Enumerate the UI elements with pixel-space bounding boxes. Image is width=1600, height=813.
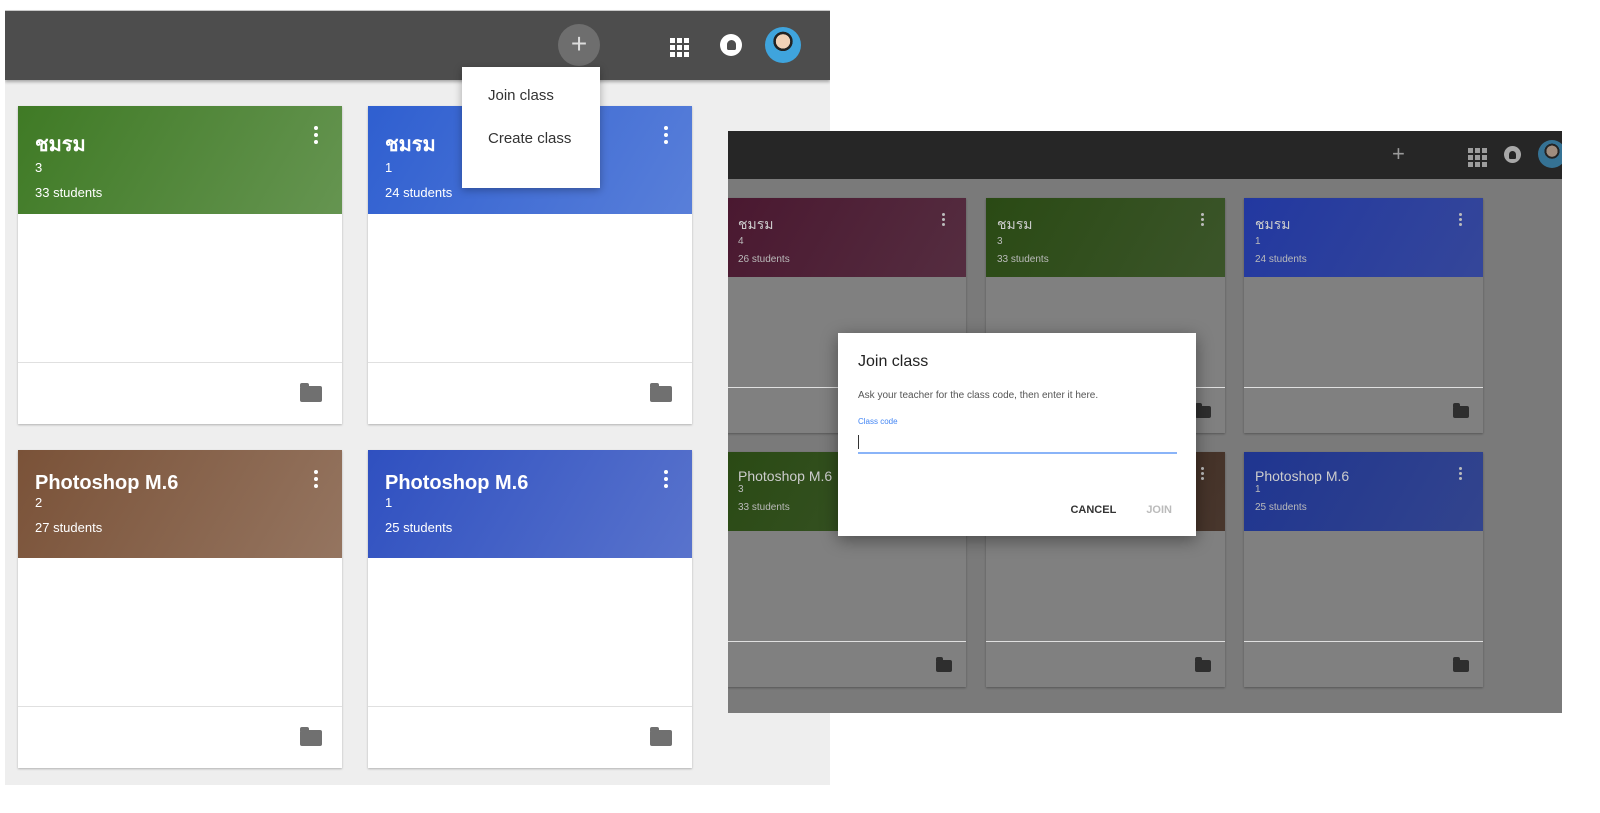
more-options-icon[interactable] <box>942 213 946 228</box>
dialog-title: Join class <box>858 353 929 370</box>
card-footer <box>1244 387 1483 388</box>
card-footer <box>1244 641 1483 642</box>
plus-icon[interactable]: + <box>558 24 600 66</box>
class-card-header[interactable]: Photoshop M.6 2 27 students <box>18 450 342 558</box>
class-card[interactable]: Photoshop M.6 1 25 students <box>368 450 692 768</box>
join-button[interactable]: JOIN <box>1146 504 1172 516</box>
bell-icon[interactable] <box>1504 146 1521 163</box>
class-section: 2 <box>35 495 43 510</box>
right-screenshot: + ชมรม 4 26 students ชมรม 3 33 students … <box>728 131 1562 713</box>
class-section: 4 <box>738 236 744 247</box>
folder-icon[interactable] <box>650 727 672 746</box>
folder-icon[interactable] <box>1195 657 1211 672</box>
menu-item-join-class[interactable]: Join class <box>462 87 600 130</box>
folder-icon[interactable] <box>936 657 952 672</box>
class-card-header[interactable]: ชมรม 3 33 students <box>986 198 1225 277</box>
student-count: 24 students <box>1255 254 1307 265</box>
class-section: 3 <box>997 236 1003 247</box>
class-card[interactable]: ชมรม 3 33 students <box>18 106 342 424</box>
class-card-header[interactable]: Photoshop M.6 1 25 students <box>1244 452 1483 531</box>
class-section: 3 <box>35 160 43 175</box>
card-footer <box>368 362 692 363</box>
student-count: 33 students <box>997 254 1049 265</box>
apps-grid-icon[interactable] <box>670 38 689 57</box>
class-title[interactable]: ชมรม <box>738 214 966 236</box>
student-count: 25 students <box>1255 502 1307 513</box>
class-card[interactable]: Photoshop M.6 2 27 students <box>18 450 342 768</box>
browser-strip <box>5 0 830 11</box>
apps-grid-icon[interactable] <box>1468 148 1487 167</box>
folder-icon[interactable] <box>1195 403 1211 418</box>
cancel-button[interactable]: CANCEL <box>1070 504 1116 516</box>
more-options-icon[interactable] <box>1201 213 1205 228</box>
student-count: 26 students <box>738 254 790 265</box>
student-count: 27 students <box>35 520 103 535</box>
class-card-header[interactable]: ชมรม 1 24 students <box>1244 198 1483 277</box>
class-title[interactable]: ชมรม <box>997 214 1225 236</box>
more-options-icon[interactable] <box>314 470 318 491</box>
text-cursor <box>858 435 859 449</box>
folder-icon[interactable] <box>300 383 322 402</box>
top-app-bar: + <box>5 11 830 80</box>
card-footer <box>368 706 692 707</box>
card-footer <box>18 706 342 707</box>
class-card-header[interactable]: ชมรม 3 33 students <box>18 106 342 214</box>
more-options-icon[interactable] <box>1459 467 1463 482</box>
dialog-description: Ask your teacher for the class code, the… <box>858 390 1099 401</box>
more-options-icon[interactable] <box>664 126 668 147</box>
class-section: 1 <box>1255 236 1261 247</box>
class-title[interactable]: Photoshop M.6 <box>385 472 692 495</box>
folder-icon[interactable] <box>1453 403 1469 418</box>
card-footer <box>18 362 342 363</box>
more-options-icon[interactable] <box>664 470 668 491</box>
folder-icon[interactable] <box>650 383 672 402</box>
card-footer <box>728 641 966 642</box>
class-card[interactable]: Photoshop M.6 1 25 students <box>1244 452 1483 687</box>
more-options-icon[interactable] <box>1459 213 1463 228</box>
class-card-header[interactable]: Photoshop M.6 1 25 students <box>368 450 692 558</box>
class-code-label: Class code <box>858 417 898 426</box>
student-count: 25 students <box>385 520 453 535</box>
bell-icon[interactable] <box>720 34 742 56</box>
class-title[interactable]: Photoshop M.6 <box>1255 468 1483 484</box>
more-options-icon[interactable] <box>1201 467 1205 482</box>
class-title[interactable]: Photoshop M.6 <box>35 472 342 495</box>
add-menu: Join class Create class <box>462 67 600 188</box>
plus-icon[interactable]: + <box>1392 141 1405 167</box>
class-code-input[interactable] <box>858 430 1177 454</box>
card-footer <box>986 641 1225 642</box>
top-app-bar: + <box>728 131 1562 179</box>
class-section: 1 <box>1255 484 1261 495</box>
student-count: 33 students <box>35 185 103 200</box>
more-options-icon[interactable] <box>314 126 318 147</box>
user-avatar[interactable] <box>1538 140 1562 168</box>
class-card[interactable]: ชมรม 1 24 students <box>1244 198 1483 433</box>
class-title[interactable]: ชมรม <box>35 128 342 160</box>
folder-icon[interactable] <box>300 727 322 746</box>
menu-item-create-class[interactable]: Create class <box>462 130 600 173</box>
class-title[interactable]: ชมรม <box>1255 214 1483 236</box>
class-section: 1 <box>385 495 393 510</box>
folder-icon[interactable] <box>1453 657 1469 672</box>
join-class-dialog: Join class Ask your teacher for the clas… <box>838 333 1196 536</box>
class-card-header[interactable]: ชมรม 4 26 students <box>728 198 966 277</box>
left-screenshot: + Join class Create class ชมรม 3 33 stud… <box>5 0 830 785</box>
user-avatar[interactable] <box>765 27 801 63</box>
